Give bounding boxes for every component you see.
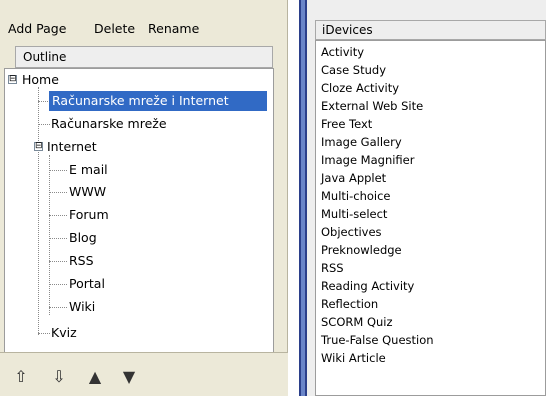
tree-guide-line bbox=[49, 284, 67, 285]
tree-item-forum[interactable]: Forum bbox=[69, 205, 109, 225]
tree-guide-line bbox=[38, 333, 50, 334]
idevice-wiki-article[interactable]: Wiki Article bbox=[321, 349, 386, 367]
collapse-home-icon[interactable]: ⊟ bbox=[8, 75, 17, 84]
idevice-case-study[interactable]: Case Study bbox=[321, 61, 386, 79]
idevice-reading-activity[interactable]: Reading Activity bbox=[321, 277, 414, 295]
idevice-cloze-activity[interactable]: Cloze Activity bbox=[321, 79, 399, 97]
tree-guide-line bbox=[49, 192, 67, 193]
tree-item-www[interactable]: WWW bbox=[69, 182, 106, 202]
idevice-preknowledge[interactable]: Preknowledge bbox=[321, 241, 402, 259]
tree-guide-line bbox=[49, 307, 67, 308]
collapse-internet-icon[interactable]: ⊟ bbox=[34, 142, 43, 151]
rename-button[interactable]: Rename bbox=[148, 21, 199, 36]
idevices-column-header: iDevices bbox=[315, 20, 546, 40]
tree-guide-line bbox=[49, 155, 50, 315]
outline-panel: Add Page Delete Rename Outline ⊟ Home Ra… bbox=[0, 0, 288, 396]
idevice-image-gallery[interactable]: Image Gallery bbox=[321, 133, 402, 151]
idevice-rss[interactable]: RSS bbox=[321, 259, 344, 277]
tree-item-blog[interactable]: Blog bbox=[69, 228, 97, 248]
promote-icon[interactable]: ⇧ bbox=[10, 365, 32, 387]
idevice-scorm-quiz[interactable]: SCORM Quiz bbox=[321, 313, 393, 331]
panel-splitter[interactable] bbox=[299, 0, 307, 396]
tree-item-wiki[interactable]: Wiki bbox=[69, 297, 95, 317]
idevice-multi-choice[interactable]: Multi-choice bbox=[321, 187, 391, 205]
tree-guide-line bbox=[49, 170, 67, 171]
outline-tree: ⊟ Home Računarske mreže i Internet Račun… bbox=[4, 68, 274, 356]
tree-item-racunarske-mreze[interactable]: Računarske mreže bbox=[51, 114, 167, 134]
idevice-external-web-site[interactable]: External Web Site bbox=[321, 97, 423, 115]
tree-item-e-mail[interactable]: E mail bbox=[69, 160, 108, 180]
tree-item-racunarske-mreze-i-internet[interactable]: Računarske mreže i Internet bbox=[49, 91, 267, 111]
tree-item-home[interactable]: Home bbox=[22, 70, 59, 90]
idevice-java-applet[interactable]: Java Applet bbox=[321, 169, 386, 187]
outline-menu: Add Page Delete Rename bbox=[0, 14, 288, 42]
tree-guide-line bbox=[49, 238, 67, 239]
tree-item-internet[interactable]: Internet bbox=[47, 137, 97, 157]
idevices-panel: iDevices Activity Case Study Cloze Activ… bbox=[307, 0, 546, 396]
tree-item-rss[interactable]: RSS bbox=[69, 251, 94, 271]
idevice-multi-select[interactable]: Multi-select bbox=[321, 205, 387, 223]
tree-guide-line bbox=[38, 124, 50, 125]
idevice-objectives[interactable]: Objectives bbox=[321, 223, 382, 241]
idevice-free-text[interactable]: Free Text bbox=[321, 115, 372, 133]
tree-item-portal[interactable]: Portal bbox=[69, 274, 105, 294]
idevice-activity[interactable]: Activity bbox=[321, 43, 364, 61]
tree-guide-line bbox=[49, 261, 67, 262]
delete-button[interactable]: Delete bbox=[94, 21, 135, 36]
move-down-icon[interactable]: ▼ bbox=[118, 365, 140, 387]
move-up-icon[interactable]: ▲ bbox=[84, 365, 106, 387]
tree-guide-line bbox=[49, 215, 67, 216]
idevice-image-magnifier[interactable]: Image Magnifier bbox=[321, 151, 414, 169]
idevice-true-false-question[interactable]: True-False Question bbox=[321, 331, 434, 349]
outline-toolbar: ⇧ ⇩ ▲ ▼ bbox=[0, 352, 288, 396]
tree-item-kviz[interactable]: Kviz bbox=[51, 323, 77, 343]
outline-column-header: Outline bbox=[15, 46, 273, 68]
idevices-list: Activity Case Study Cloze Activity Exter… bbox=[315, 40, 546, 396]
demote-icon[interactable]: ⇩ bbox=[48, 365, 70, 387]
idevice-reflection[interactable]: Reflection bbox=[321, 295, 378, 313]
add-page-button[interactable]: Add Page bbox=[8, 21, 66, 36]
